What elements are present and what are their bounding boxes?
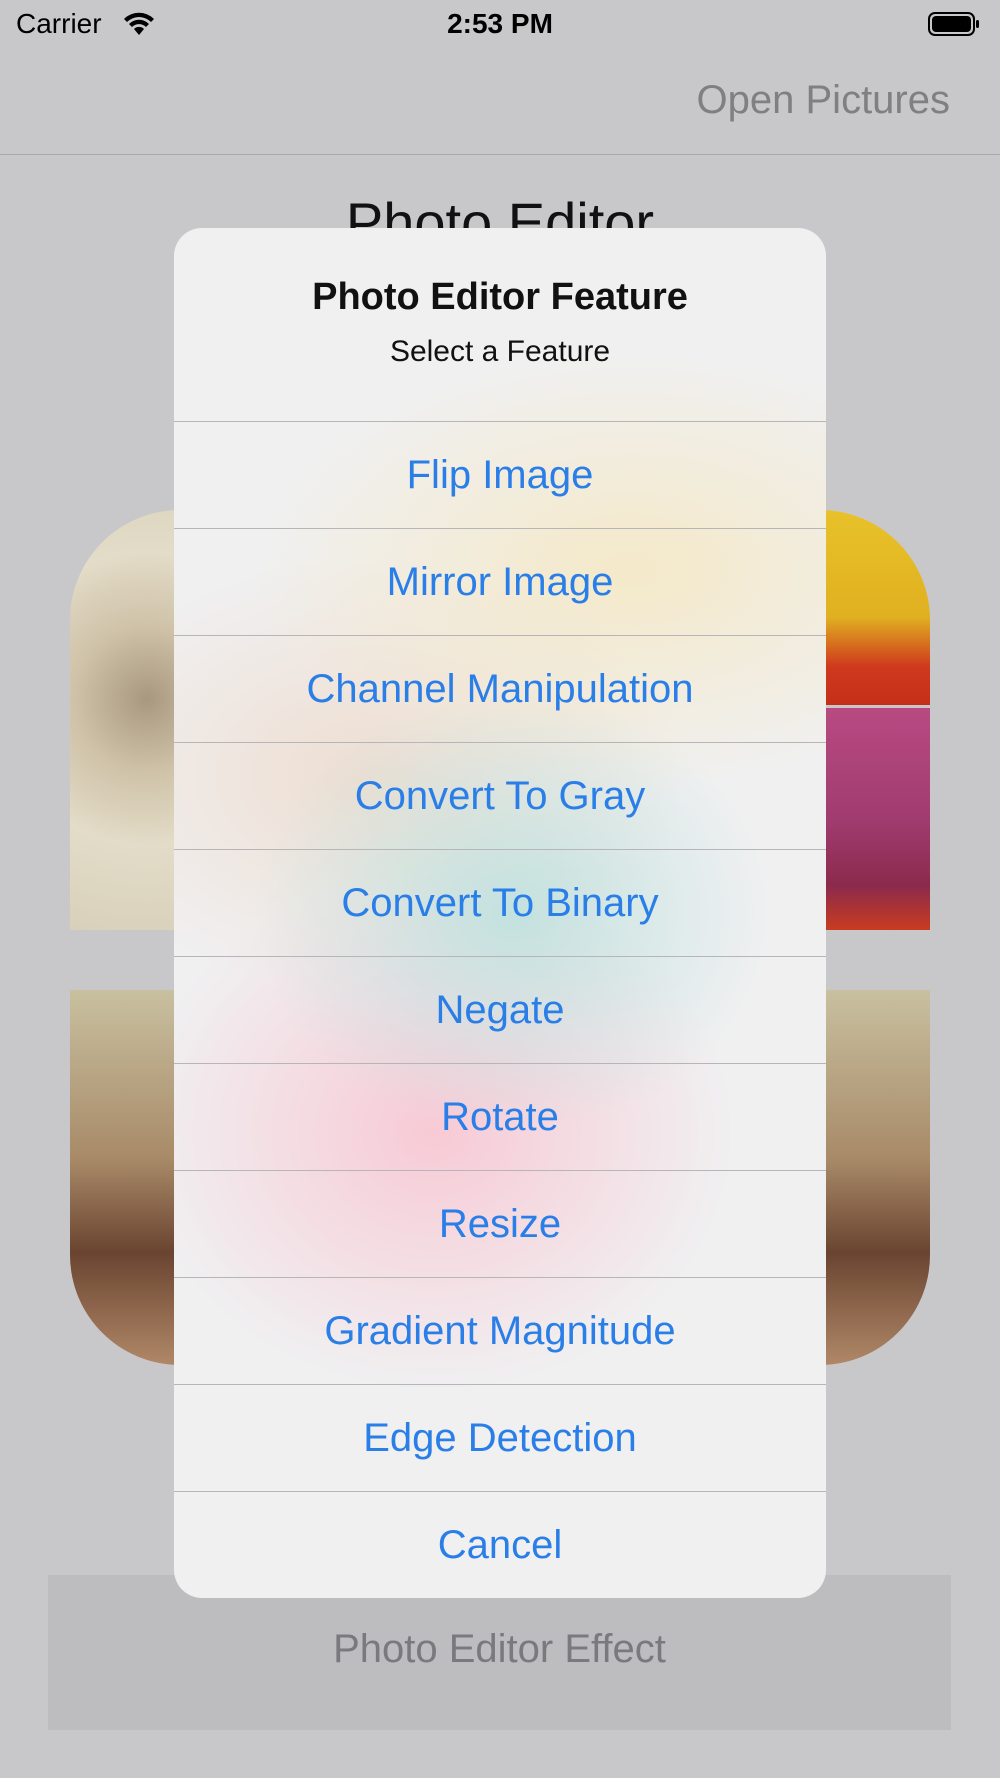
option-mirror-image[interactable]: Mirror Image bbox=[174, 529, 826, 636]
option-channel-manipulation[interactable]: Channel Manipulation bbox=[174, 636, 826, 743]
photo-preview-middle-right bbox=[820, 708, 930, 930]
option-convert-to-gray[interactable]: Convert To Gray bbox=[174, 743, 826, 850]
open-pictures-button[interactable]: Open Pictures bbox=[697, 78, 950, 123]
action-sheet-subtitle: Select a Feature bbox=[389, 335, 611, 368]
photo-preview-top-left bbox=[70, 510, 180, 930]
option-convert-to-binary[interactable]: Convert To Binary bbox=[174, 850, 826, 957]
option-flip-image[interactable]: Flip Image bbox=[174, 422, 826, 529]
option-resize[interactable]: Resize bbox=[174, 1171, 826, 1278]
photo-editor-effect-label: Photo Editor Effect bbox=[333, 1627, 666, 1671]
action-sheet: Photo Editor Feature Select a Feature Fl… bbox=[174, 228, 826, 1598]
option-negate[interactable]: Negate bbox=[174, 957, 826, 1064]
photo-preview-bottom-left bbox=[70, 990, 180, 1365]
battery-icon bbox=[928, 12, 979, 36]
navigation-bar: Open Pictures bbox=[0, 50, 1000, 155]
option-edge-detection[interactable]: Edge Detection bbox=[174, 1385, 826, 1492]
photo-preview-top-right bbox=[820, 510, 930, 705]
clock: 2:53 PM bbox=[447, 8, 553, 39]
photo-editor-effect-button[interactable]: Photo Editor Effect bbox=[48, 1575, 951, 1730]
status-bar: Carrier 2:53 PM bbox=[0, 0, 1000, 50]
action-sheet-title: Photo Editor Feature bbox=[312, 276, 688, 318]
cancel-button[interactable]: Cancel bbox=[174, 1492, 826, 1598]
option-gradient-magnitude[interactable]: Gradient Magnitude bbox=[174, 1278, 826, 1385]
option-rotate[interactable]: Rotate bbox=[174, 1064, 826, 1171]
action-sheet-header: Photo Editor Feature Select a Feature bbox=[174, 228, 826, 422]
photo-preview-bottom-right bbox=[820, 990, 930, 1365]
